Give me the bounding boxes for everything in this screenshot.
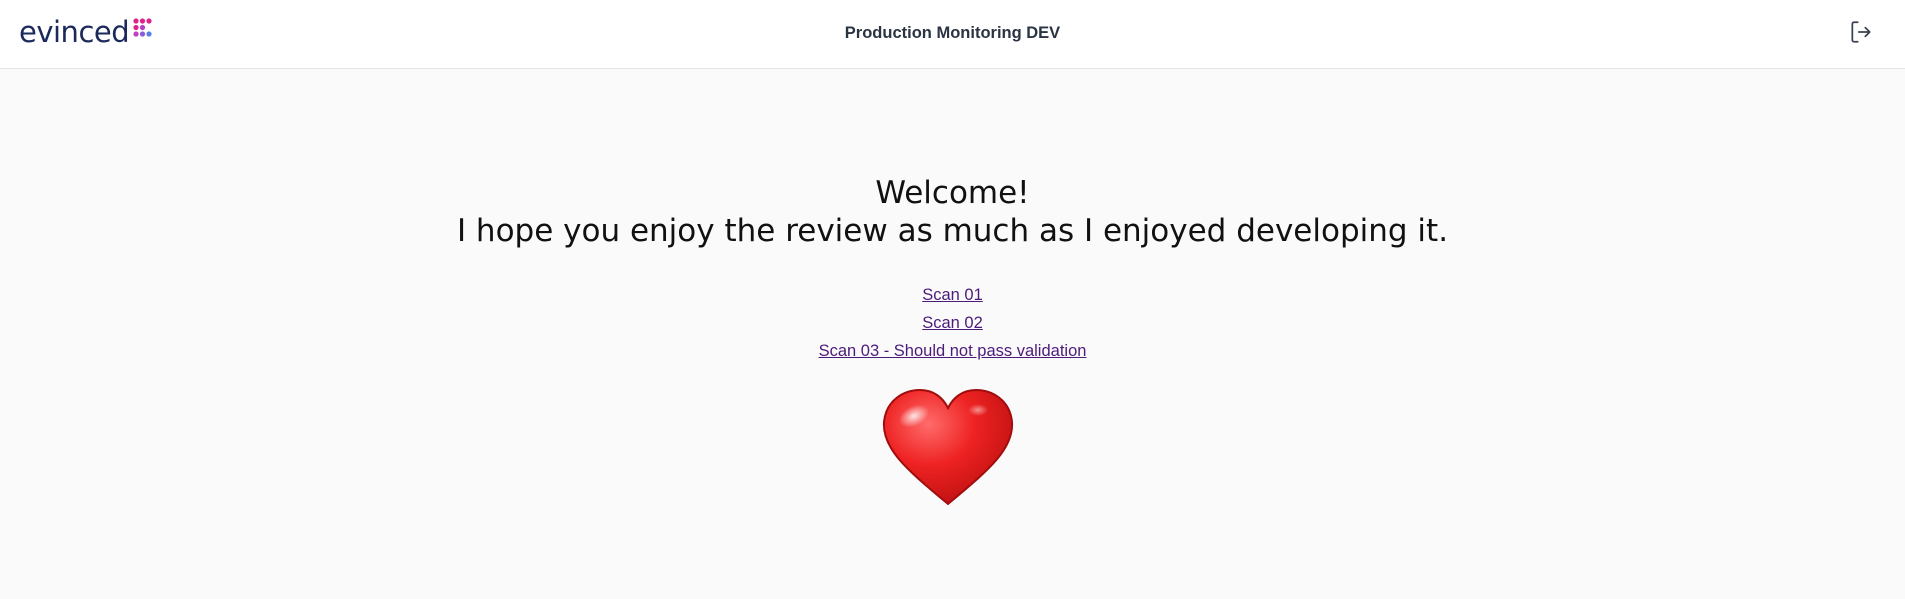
top-bar: evinced Production Monitoring DEV xyxy=(0,0,1905,69)
scan-link-02[interactable]: Scan 02 xyxy=(0,309,1905,337)
scan-links: Scan 01 Scan 02 Scan 03 - Should not pas… xyxy=(0,281,1905,365)
welcome-subheading: I hope you enjoy the review as much as I… xyxy=(456,213,1449,249)
scan-link-01[interactable]: Scan 01 xyxy=(0,281,1905,309)
welcome-message: Welcome! I hope you enjoy the review as … xyxy=(0,174,1905,250)
welcome-heading: Welcome! xyxy=(875,175,1030,211)
scan-link-03[interactable]: Scan 03 - Should not pass validation xyxy=(0,337,1905,365)
main-content: Welcome! I hope you enjoy the review as … xyxy=(0,70,1905,599)
logout-icon[interactable] xyxy=(1848,19,1874,45)
heart-icon xyxy=(882,388,1014,506)
page-title: Production Monitoring DEV xyxy=(844,24,1061,42)
